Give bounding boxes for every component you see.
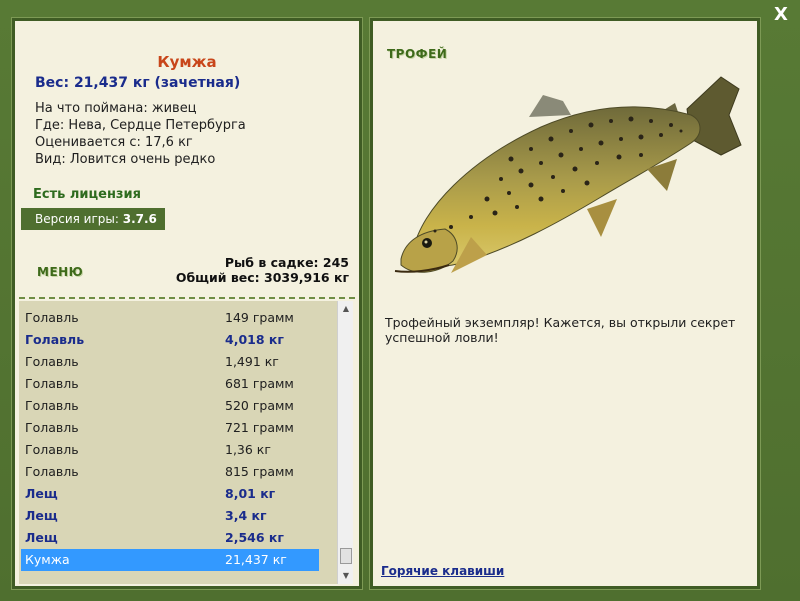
list-item[interactable]: Голавль 4,018 кг [21,329,319,351]
valuation-info: Оценивается с: 17,6 кг [35,135,193,150]
fish-count: Рыб в садке: 245 [224,255,349,270]
list-item[interactable]: Голавль 721 грамм [21,417,319,439]
fish-list-name: Голавль [25,442,79,457]
list-item[interactable]: Кумжа 21,437 кг [21,549,319,571]
list-item[interactable]: Голавль 1,491 кг [21,351,319,373]
fish-name-title: Кумжа [157,53,217,71]
menu-button[interactable]: МЕНЮ [37,265,83,279]
fish-list-weight: 149 грамм [225,310,294,325]
total-weight: Общий вес: 3039,916 кг [175,270,349,285]
list-scrollbar[interactable]: ▲ ▼ [337,301,353,584]
trophy-panel: ТРОФЕЙ Трофейный экземпляр! Кажется, вы … [369,17,761,590]
fish-list-name: Лещ [25,508,58,523]
fish-list-name: Голавль [25,354,79,369]
trophy-description: Трофейный экземпляр! Кажется, вы открыли… [385,315,736,345]
list-item[interactable]: Голавль 149 грамм [21,307,319,329]
trout-image [394,76,742,273]
fish-list-weight: 520 грамм [225,398,294,413]
list-item[interactable]: Голавль 520 грамм [21,395,319,417]
fish-weight: Вес: 21,437 кг (зачетная) [35,75,241,91]
list-item[interactable]: Голавль 815 грамм [21,461,319,483]
list-item[interactable]: Лещ 8,01 кг [21,483,319,505]
fish-list-weight: 815 грамм [225,464,294,479]
fish-list-weight: 1,491 кг [225,354,279,369]
list-item[interactable]: Голавль 681 грамм [21,373,319,395]
version-label: Версия игры: [35,212,119,226]
fish-list-name: Голавль [25,376,79,391]
fish-info-panel: Кумжа Вес: 21,437 кг (зачетная) На что п… [11,17,363,590]
fish-list-weight: 1,36 кг [225,442,271,457]
fish-list[interactable]: Голавль 149 грамм Голавль 4,018 кг Голавль 1,… [19,301,337,584]
version-value: 3.7.6 [122,212,157,226]
fish-list-weight: 21,437 кг [225,552,287,567]
fish-details: Кумжа Вес: 21,437 кг (зачетная) На что п… [19,25,355,297]
fish-list-weight: 681 грамм [225,376,294,391]
fish-list-name: Голавль [25,310,79,325]
scroll-down-icon[interactable]: ▼ [338,568,354,584]
fish-list-name: Голавль [25,398,79,413]
list-item[interactable]: Лещ 3,4 кг [21,505,319,527]
fish-list-weight: 2,546 кг [225,530,284,545]
hotkeys-link[interactable]: Горячие клавиши [381,564,504,578]
fish-list-name: Кумжа [25,552,70,567]
bait-info: На что поймана: живец [35,101,197,116]
fish-list-weight: 721 грамм [225,420,294,435]
fish-list-name: Лещ [25,486,58,501]
list-item[interactable]: Лещ 2,546 кг [21,527,319,549]
fish-list-name: Голавль [25,332,85,347]
fish-list-name: Голавль [25,420,79,435]
license-status: Есть лицензия [33,187,141,202]
fish-list-name: Лещ [25,530,58,545]
fish-list-weight: 3,4 кг [225,508,267,523]
list-item[interactable]: Голавль 1,36 кг [21,439,319,461]
version-bar: Версия игры: 3.7.6 [21,208,165,230]
fish-list-weight: 4,018 кг [225,332,284,347]
close-button[interactable]: X [770,4,792,26]
location-info: Где: Нева, Сердце Петербурга [35,118,246,133]
species-info: Вид: Ловится очень редко [35,152,216,167]
divider [19,297,355,299]
scroll-thumb[interactable] [340,548,352,564]
keepnet-stats: Рыб в садке: 245 Общий вес: 3039,916 кг [176,255,349,285]
fish-list-weight: 8,01 кг [225,486,276,501]
scroll-up-icon[interactable]: ▲ [338,301,354,317]
fish-list-name: Голавль [25,464,79,479]
